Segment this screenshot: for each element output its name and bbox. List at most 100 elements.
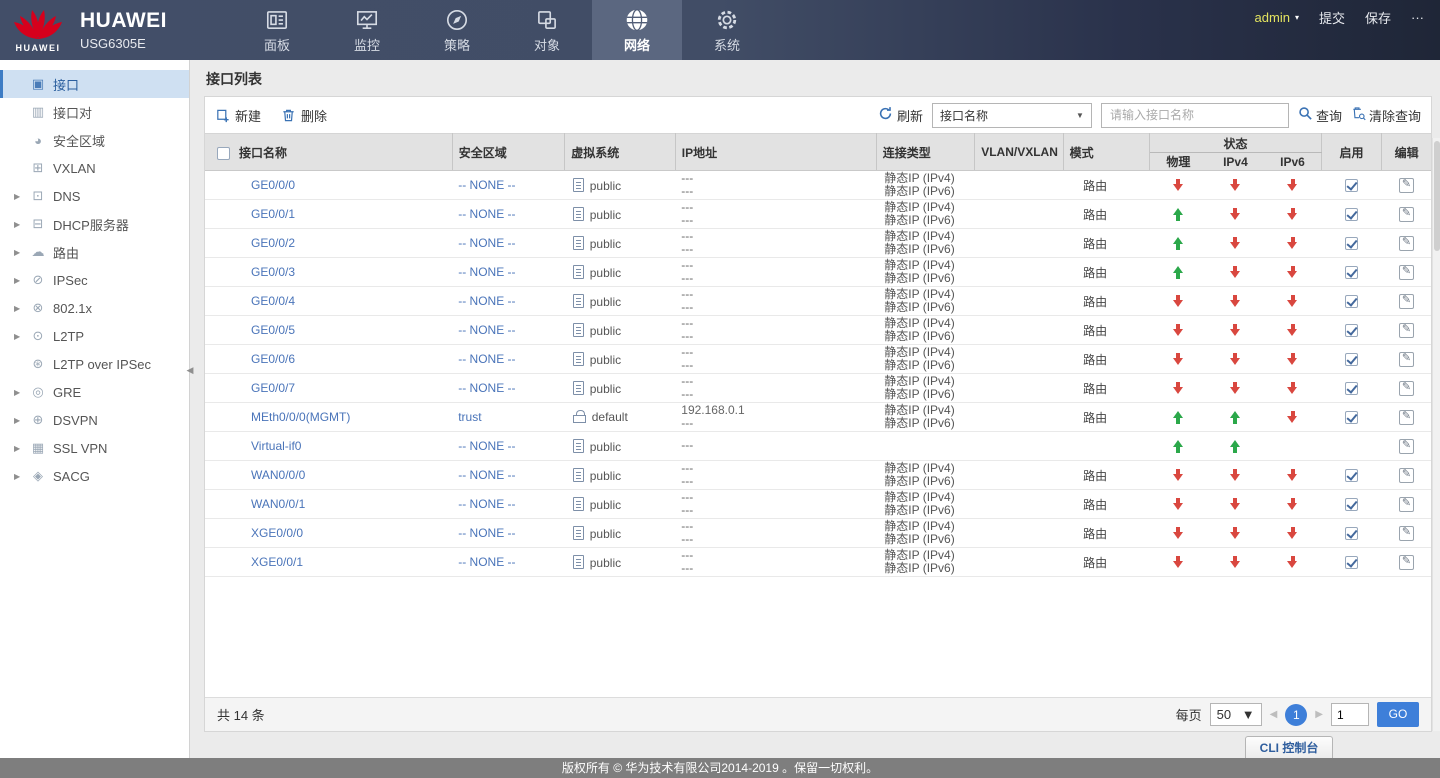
sidebar-item-security-zone[interactable]: ◕ 安全区域 bbox=[0, 126, 189, 154]
edit-icon[interactable] bbox=[1399, 294, 1414, 309]
expand-caret-icon[interactable] bbox=[14, 80, 29, 89]
nav-tab-policy[interactable]: 策略 bbox=[412, 0, 502, 60]
enable-checkbox[interactable] bbox=[1345, 382, 1358, 395]
edit-icon[interactable] bbox=[1399, 526, 1414, 541]
sidebar-item-dns[interactable]: ⊡ DNS bbox=[0, 182, 189, 210]
enable-checkbox[interactable] bbox=[1345, 179, 1358, 192]
sidebar-item-ipsec[interactable]: ⊘ IPSec bbox=[0, 266, 189, 294]
zone-link[interactable]: -- NONE -- bbox=[458, 265, 515, 279]
zone-link[interactable]: -- NONE -- bbox=[458, 352, 515, 366]
sidebar-item-sacg[interactable]: ◈ SACG bbox=[0, 462, 189, 490]
interface-name-link[interactable]: WAN0/0/1 bbox=[251, 497, 305, 511]
expand-caret-icon[interactable] bbox=[14, 108, 29, 117]
enable-checkbox[interactable] bbox=[1345, 208, 1358, 221]
more-menu-icon[interactable]: ··· bbox=[1411, 10, 1424, 25]
zone-link[interactable]: -- NONE -- bbox=[458, 236, 515, 250]
zone-link[interactable]: -- NONE -- bbox=[458, 555, 515, 569]
interface-name-link[interactable]: GE0/0/6 bbox=[251, 352, 295, 366]
interface-name-link[interactable]: MEth0/0/0(MGMT) bbox=[251, 410, 350, 424]
interface-name-link[interactable]: GE0/0/3 bbox=[251, 265, 295, 279]
enable-checkbox[interactable] bbox=[1345, 353, 1358, 366]
expand-caret-icon[interactable] bbox=[14, 192, 29, 201]
sidebar-collapse-icon[interactable]: ◀ bbox=[184, 358, 196, 382]
enable-checkbox[interactable] bbox=[1345, 469, 1358, 482]
edit-icon[interactable] bbox=[1399, 352, 1414, 367]
edit-icon[interactable] bbox=[1399, 410, 1414, 425]
nav-tab-system[interactable]: 系统 bbox=[682, 0, 772, 60]
enable-checkbox[interactable] bbox=[1345, 266, 1358, 279]
query-button[interactable]: 查询 bbox=[1298, 106, 1342, 125]
expand-caret-icon[interactable] bbox=[14, 388, 29, 397]
interface-name-link[interactable]: WAN0/0/0 bbox=[251, 468, 305, 482]
scrollbar-thumb[interactable] bbox=[1434, 141, 1440, 251]
interface-name-link[interactable]: XGE0/0/1 bbox=[251, 555, 303, 569]
enable-checkbox[interactable] bbox=[1345, 556, 1358, 569]
sidebar-item-l2tp-over-ipsec[interactable]: ⊛ L2TP over IPSec bbox=[0, 350, 189, 378]
sidebar-item-interface[interactable]: ▣ 接口 bbox=[0, 70, 189, 98]
enable-checkbox[interactable] bbox=[1345, 237, 1358, 250]
zone-link[interactable]: -- NONE -- bbox=[458, 294, 515, 308]
expand-caret-icon[interactable] bbox=[14, 164, 29, 173]
edit-icon[interactable] bbox=[1399, 439, 1414, 454]
submit-button[interactable]: 提交 bbox=[1319, 8, 1345, 27]
zone-link[interactable]: trust bbox=[458, 410, 481, 424]
page-number-input[interactable] bbox=[1331, 703, 1369, 726]
go-button[interactable]: GO bbox=[1377, 702, 1419, 727]
expand-caret-icon[interactable] bbox=[14, 276, 29, 285]
nav-tab-network[interactable]: 网络 bbox=[592, 0, 682, 60]
sidebar-item-l2tp[interactable]: ⊙ L2TP bbox=[0, 322, 189, 350]
nav-tab-objects[interactable]: 对象 bbox=[502, 0, 592, 60]
enable-checkbox[interactable] bbox=[1345, 324, 1358, 337]
expand-caret-icon[interactable] bbox=[14, 136, 29, 145]
sidebar-item-dsvpn[interactable]: ⊕ DSVPN bbox=[0, 406, 189, 434]
interface-name-link[interactable]: GE0/0/7 bbox=[251, 381, 295, 395]
zone-link[interactable]: -- NONE -- bbox=[458, 497, 515, 511]
zone-link[interactable]: -- NONE -- bbox=[458, 468, 515, 482]
edit-icon[interactable] bbox=[1399, 497, 1414, 512]
sidebar-item-dot1x[interactable]: ⊗ 802.1x bbox=[0, 294, 189, 322]
expand-caret-icon[interactable] bbox=[14, 304, 29, 313]
edit-icon[interactable] bbox=[1399, 236, 1414, 251]
interface-name-link[interactable]: GE0/0/1 bbox=[251, 207, 295, 221]
next-page-icon[interactable]: ▶ bbox=[1315, 709, 1323, 720]
interface-name-link[interactable]: GE0/0/5 bbox=[251, 323, 295, 337]
admin-menu[interactable]: admin ▾ bbox=[1255, 10, 1299, 25]
clear-query-button[interactable]: 清除查询 bbox=[1351, 106, 1421, 125]
sidebar-item-interface-pair[interactable]: ▥ 接口对 bbox=[0, 98, 189, 126]
enable-checkbox[interactable] bbox=[1345, 498, 1358, 511]
nav-tab-monitor[interactable]: 监控 bbox=[322, 0, 412, 60]
expand-caret-icon[interactable] bbox=[14, 332, 29, 341]
expand-caret-icon[interactable] bbox=[14, 444, 29, 453]
zone-link[interactable]: -- NONE -- bbox=[458, 178, 515, 192]
search-input[interactable] bbox=[1101, 103, 1289, 128]
refresh-button[interactable]: 刷新 bbox=[878, 106, 923, 125]
delete-button[interactable]: 删除 bbox=[281, 106, 327, 125]
new-button[interactable]: 新建 bbox=[215, 106, 261, 125]
zone-link[interactable]: -- NONE -- bbox=[458, 207, 515, 221]
enable-checkbox[interactable] bbox=[1345, 411, 1358, 424]
edit-icon[interactable] bbox=[1399, 468, 1414, 483]
sidebar-item-vxlan[interactable]: ⊞ VXLAN bbox=[0, 154, 189, 182]
edit-icon[interactable] bbox=[1399, 265, 1414, 280]
expand-caret-icon[interactable] bbox=[14, 472, 29, 481]
enable-checkbox[interactable] bbox=[1345, 527, 1358, 540]
interface-name-link[interactable]: GE0/0/2 bbox=[251, 236, 295, 250]
select-all-checkbox[interactable] bbox=[217, 147, 230, 160]
zone-link[interactable]: -- NONE -- bbox=[458, 323, 515, 337]
sidebar-item-dhcp-server[interactable]: ⊟ DHCP服务器 bbox=[0, 210, 189, 238]
cli-console-button[interactable]: CLI 控制台 bbox=[1245, 736, 1333, 758]
expand-caret-icon[interactable] bbox=[14, 248, 29, 257]
prev-page-icon[interactable]: ◀ bbox=[1270, 709, 1278, 720]
expand-caret-icon[interactable] bbox=[14, 416, 29, 425]
edit-icon[interactable] bbox=[1399, 207, 1414, 222]
save-button[interactable]: 保存 bbox=[1365, 8, 1391, 27]
edit-icon[interactable] bbox=[1399, 381, 1414, 396]
interface-name-link[interactable]: XGE0/0/0 bbox=[251, 526, 303, 540]
edit-icon[interactable] bbox=[1399, 178, 1414, 193]
page-size-select[interactable]: 50 ▼ bbox=[1210, 703, 1262, 726]
filter-field-select[interactable]: 接口名称 ▼ bbox=[932, 103, 1092, 128]
nav-tab-panel[interactable]: 面板 bbox=[232, 0, 322, 60]
zone-link[interactable]: -- NONE -- bbox=[458, 381, 515, 395]
edit-icon[interactable] bbox=[1399, 323, 1414, 338]
interface-name-link[interactable]: GE0/0/4 bbox=[251, 294, 295, 308]
